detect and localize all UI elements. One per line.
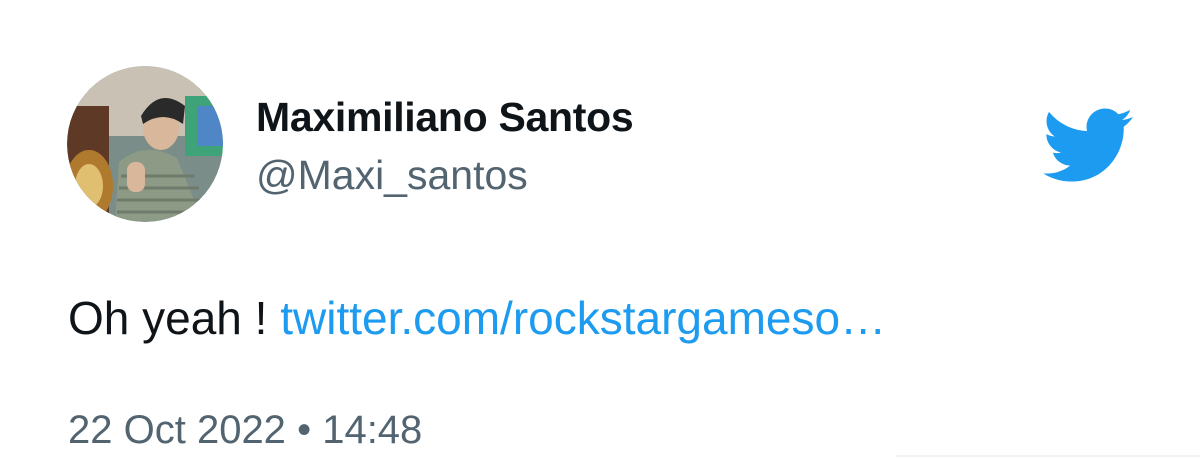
tweet-text: Oh yeah ! twitter.com/rockstargameso… bbox=[68, 290, 886, 346]
divider bbox=[896, 455, 1200, 457]
twitter-bird-icon[interactable] bbox=[1044, 108, 1134, 182]
author-handle[interactable]: @Maxi_santos bbox=[256, 150, 528, 200]
tweet-timestamp[interactable]: 22 Oct 2022 • 14:48 bbox=[68, 405, 422, 455]
author-display-name[interactable]: Maximiliano Santos bbox=[256, 92, 634, 142]
avatar-photo bbox=[67, 66, 223, 222]
tweet-time: 14:48 bbox=[322, 408, 423, 452]
tweet-date: 22 Oct 2022 bbox=[68, 408, 286, 452]
timestamp-separator: • bbox=[297, 408, 312, 452]
tweet-link[interactable]: twitter.com/rockstargameso… bbox=[280, 292, 886, 344]
tweet-text-prefix: Oh yeah ! bbox=[68, 292, 268, 344]
avatar[interactable] bbox=[67, 66, 223, 222]
